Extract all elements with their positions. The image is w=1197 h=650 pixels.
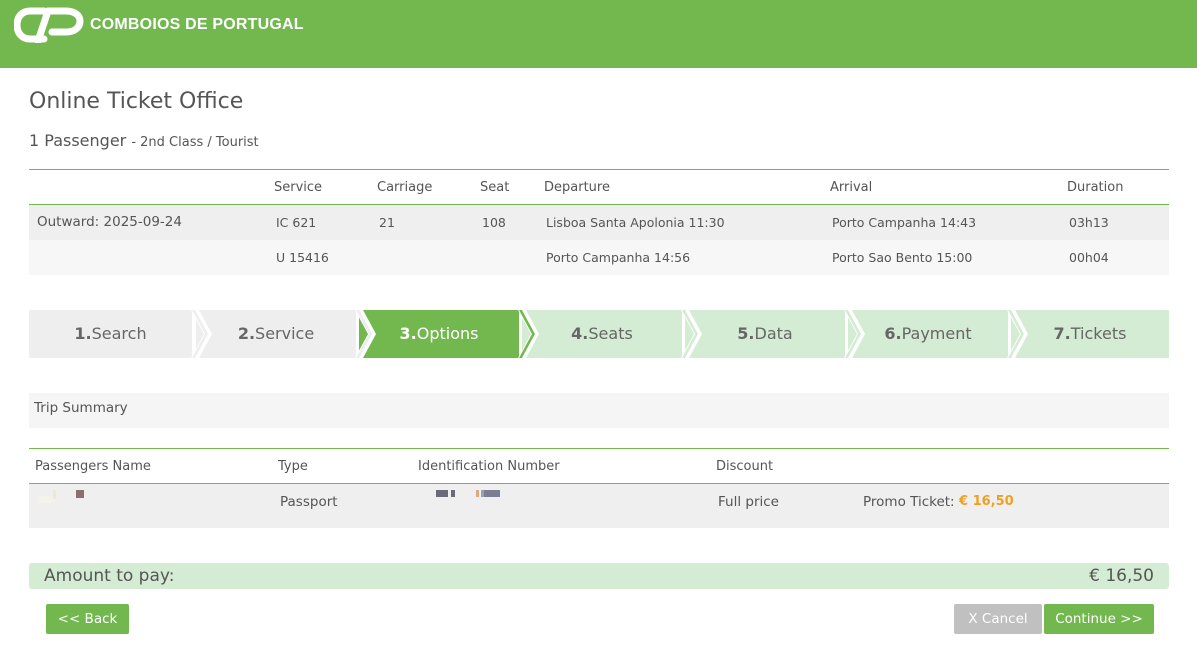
journey-table-header: Service Carriage Seat Departure Arrival … (29, 170, 1169, 205)
table-row: Outward: 2025-09-24 IC 621 21 108 Lisboa… (29, 205, 1169, 240)
brand-name: COMBOIOS DE PORTUGAL (90, 16, 304, 33)
journey-table: Service Carriage Seat Departure Arrival … (29, 169, 1169, 275)
redacted-id (476, 490, 479, 497)
col-seat: Seat (480, 180, 510, 195)
passenger-info: 1 Passenger - 2nd Class / Tourist (29, 131, 259, 150)
redacted-id (451, 490, 455, 497)
discount-value: Full price (718, 494, 779, 510)
carriage-value: 21 (379, 215, 395, 230)
col-arrival: Arrival (830, 180, 873, 195)
departure-value: Porto Campanha 14:56 (546, 250, 691, 265)
promo-ticket-label: Promo Ticket: (863, 494, 955, 510)
amount-value: € 16,50 (1089, 566, 1154, 586)
back-button[interactable]: << Back (46, 604, 129, 634)
col-departure: Departure (544, 180, 610, 195)
continue-button[interactable]: Continue >> (1044, 604, 1154, 634)
redacted-id (484, 490, 500, 497)
page-title: Online Ticket Office (29, 89, 244, 114)
trip-summary-title: Trip Summary (29, 393, 1169, 428)
passengers-table-header: Passengers Name Type Identification Numb… (29, 449, 1169, 484)
table-row: Passport Full price Promo Ticket: € 16,5… (29, 484, 1169, 528)
amount-to-pay-bar: Amount to pay: € 16,50 (29, 563, 1169, 589)
redacted-id (436, 490, 448, 497)
document-type: Passport (280, 494, 338, 510)
step-separators-icon (191, 310, 1028, 358)
seat-value: 108 (482, 215, 506, 230)
cp-logo-icon[interactable] (14, 7, 84, 43)
duration-value: 03h13 (1069, 215, 1109, 230)
progress-steps: 1.Search 2.Service 3.Options 4.Seats 5.D… (29, 310, 1169, 358)
redacted-name (53, 490, 56, 499)
redacted-name (76, 490, 84, 498)
col-discount: Discount (716, 459, 774, 474)
promo-ticket-price: € 16,50 (959, 494, 1014, 509)
arrival-value: Porto Campanha 14:43 (832, 215, 977, 230)
arrival-value: Porto Sao Bento 15:00 (832, 250, 973, 265)
table-row: U 15416 Porto Campanha 14:56 Porto Sao B… (29, 240, 1169, 275)
col-duration: Duration (1067, 180, 1124, 195)
class-info: - 2nd Class / Tourist (131, 135, 259, 150)
passenger-count: 1 Passenger (29, 131, 127, 150)
col-type: Type (278, 459, 308, 474)
site-header: COMBOIOS DE PORTUGAL (0, 0, 1197, 68)
passengers-table: Passengers Name Type Identification Numb… (29, 448, 1169, 528)
trip-label: Outward: 2025-09-24 (37, 214, 182, 230)
duration-value: 00h04 (1069, 250, 1109, 265)
service-value: IC 621 (276, 215, 317, 230)
col-carriage: Carriage (377, 180, 433, 195)
col-passenger-name: Passengers Name (35, 459, 151, 474)
col-identification: Identification Number (418, 459, 560, 474)
service-value: U 15416 (276, 250, 329, 265)
departure-value: Lisboa Santa Apolonia 11:30 (546, 215, 725, 230)
amount-label: Amount to pay: (44, 566, 175, 586)
col-service: Service (274, 180, 323, 195)
cancel-button[interactable]: X Cancel (954, 604, 1042, 634)
